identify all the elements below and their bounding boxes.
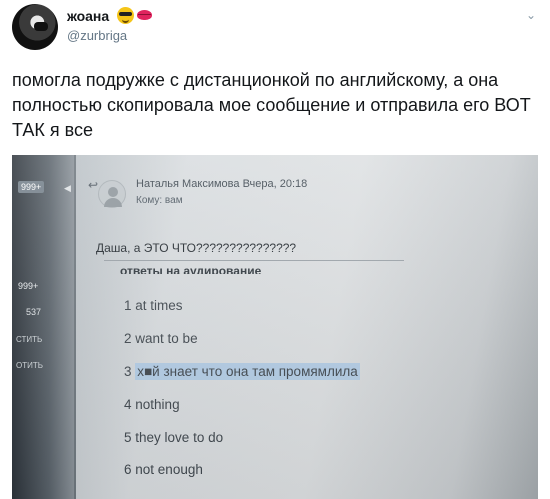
cool-face-emoji-icon	[117, 6, 134, 24]
chevron-down-icon[interactable]: ⌄	[524, 8, 538, 22]
answer-line: 5 they love to do	[124, 430, 224, 445]
answer-line: 6 not enough	[124, 462, 203, 477]
author-name[interactable]: жоана	[67, 8, 109, 24]
author-avatar[interactable]	[12, 4, 58, 50]
name-emojis	[117, 6, 153, 24]
author-handle[interactable]: @zurbriga	[67, 28, 127, 43]
sender-avatar	[98, 180, 126, 208]
tweet-text: помогла подружке с дистанционкой по англ…	[12, 70, 531, 140]
tweet-header: жоана @zurbriga ⌄	[0, 0, 550, 60]
email-recipient: Кому: вам	[136, 195, 183, 206]
message-divider	[104, 260, 404, 261]
caret-left-icon: ◀	[64, 183, 71, 193]
highlighted-selection: х■й знает что она там промямлила	[135, 363, 360, 380]
answer-line: 1 at times	[124, 298, 183, 313]
answer-line: 4 nothing	[124, 397, 180, 412]
kiss-lips-emoji-icon	[136, 9, 153, 21]
tweet-photo[interactable]: 999+ ◀ 999+ 537 СТИТЬ ОТИТЬ ↩ Наталья Ма…	[12, 155, 538, 499]
sidebar-item-2: ОТИТЬ	[16, 361, 43, 370]
sidebar-item-1: СТИТЬ	[16, 335, 43, 344]
folder-count: 537	[26, 307, 42, 317]
answer-line: 2 want to be	[124, 331, 198, 346]
sidebar-divider	[74, 155, 76, 499]
unread-badge-top: 999+	[18, 181, 45, 193]
unread-badge-mid: 999+	[18, 281, 39, 291]
email-message-top: Даша, а ЭТО ЧТО???????????????	[96, 241, 297, 255]
email-sender: Наталья Максимова Вчера, 20:18	[136, 178, 308, 190]
answers-heading: ответы на аудирование	[120, 266, 262, 274]
answer-line-highlighted: 3 х■й знает что она там промямлила	[124, 363, 360, 380]
